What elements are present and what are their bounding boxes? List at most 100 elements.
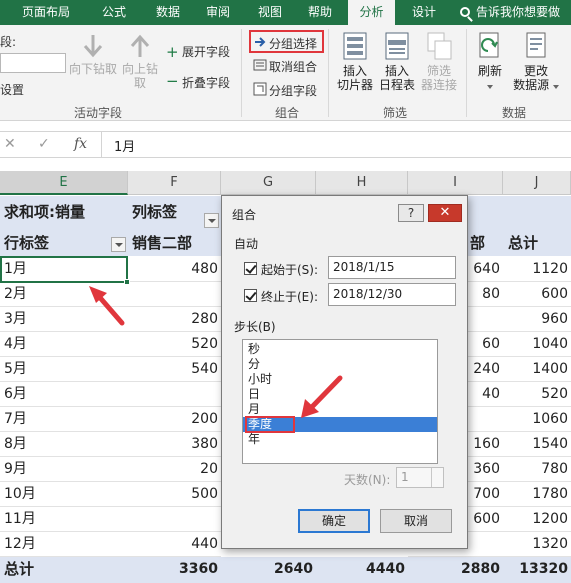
refresh-icon xyxy=(479,32,499,58)
drill-up-button[interactable]: 向上钻 取 xyxy=(120,33,160,90)
start-checkbox[interactable] xyxy=(244,262,257,275)
expand-field-button[interactable]: 展开字段 xyxy=(182,43,230,60)
tab-analyze[interactable]: 分析 xyxy=(348,0,395,25)
tab-formulas[interactable]: 公式 xyxy=(92,0,136,25)
column-header-j[interactable]: J xyxy=(503,171,571,195)
start-date-input[interactable]: 2018/1/15 xyxy=(328,256,456,279)
data-cell[interactable]: 1540 xyxy=(503,432,571,457)
days-input[interactable]: 1 xyxy=(396,467,444,488)
row-label-cell[interactable]: 9月 xyxy=(0,457,128,482)
data-cell[interactable]: 540 xyxy=(128,357,221,382)
tell-me-search[interactable]: 告诉我你想要做 xyxy=(460,0,560,25)
column-header-h[interactable]: H xyxy=(316,171,408,195)
end-date-input[interactable]: 2018/12/30 xyxy=(328,283,456,306)
refresh-button[interactable]: 刷新 xyxy=(470,31,510,92)
insert-slicer-button[interactable]: 插入 切片器 xyxy=(332,31,378,92)
column-filter-button[interactable] xyxy=(204,213,219,228)
row-label-cell[interactable]: 5月 xyxy=(0,357,128,382)
change-data-source-button[interactable]: 更改 数据源 xyxy=(508,31,564,92)
fill-handle[interactable] xyxy=(124,279,130,285)
row-label-cell[interactable]: 11月 xyxy=(0,507,128,532)
row-label-cell[interactable]: 2月 xyxy=(0,282,128,307)
list-item[interactable]: 分 xyxy=(243,357,437,372)
enter-icon[interactable]: ✓ xyxy=(38,136,50,152)
step-listbox[interactable]: 秒 分 小时 日 月 季度 年 xyxy=(242,339,438,464)
drill-down-button[interactable]: 向下钻取 xyxy=(68,33,118,76)
end-label: 终止于(E): xyxy=(261,290,318,304)
data-cell[interactable]: 280 xyxy=(128,307,221,332)
data-cell[interactable] xyxy=(128,382,221,407)
formula-input[interactable]: 1月 xyxy=(114,136,135,155)
tab-page-layout[interactable]: 页面布局 xyxy=(14,0,78,25)
data-cell[interactable] xyxy=(128,507,221,532)
row-label-cell[interactable]: 6月 xyxy=(0,382,128,407)
tab-view[interactable]: 视图 xyxy=(248,0,292,25)
field-settings-button[interactable]: 设置 xyxy=(0,81,24,98)
group-selection-highlight xyxy=(249,30,324,53)
data-cell[interactable]: 440 xyxy=(128,532,221,557)
data-cell[interactable]: 380 xyxy=(128,432,221,457)
column-header-e[interactable]: E xyxy=(0,171,128,195)
cancel-icon[interactable]: ✕ xyxy=(4,136,16,152)
column-header-i[interactable]: I xyxy=(408,171,503,195)
data-cell[interactable]: 1200 xyxy=(503,507,571,532)
total-cell[interactable]: 2880 xyxy=(408,557,503,582)
list-item[interactable]: 月 xyxy=(243,402,437,417)
data-cell[interactable]: 500 xyxy=(128,482,221,507)
list-item[interactable]: 年 xyxy=(243,432,437,447)
data-cell[interactable]: 1120 xyxy=(503,257,571,282)
row-label-cell[interactable]: 3月 xyxy=(0,307,128,332)
column-header-g[interactable]: G xyxy=(221,171,316,195)
tab-data[interactable]: 数据 xyxy=(146,0,190,25)
data-cell[interactable]: 600 xyxy=(503,282,571,307)
data-cell[interactable]: 1780 xyxy=(503,482,571,507)
total-cell[interactable]: 2640 xyxy=(221,557,316,582)
data-cell[interactable]: 520 xyxy=(503,382,571,407)
data-cell[interactable] xyxy=(128,282,221,307)
data-cell[interactable]: 1040 xyxy=(503,332,571,357)
days-spinner[interactable] xyxy=(431,468,443,487)
help-button[interactable]: ? xyxy=(398,204,424,222)
ungroup-button[interactable]: 取消组合 xyxy=(269,58,317,75)
group-label-group: 组合 xyxy=(275,106,300,120)
row-label-cell[interactable]: 7月 xyxy=(0,407,128,432)
pivot-value-field[interactable]: 求和项:销量 xyxy=(4,200,85,225)
row-label-cell[interactable]: 8月 xyxy=(0,432,128,457)
data-cell[interactable]: 20 xyxy=(128,457,221,482)
insert-timeline-button[interactable]: 插入 日程表 xyxy=(376,31,418,92)
data-cell[interactable]: 1060 xyxy=(503,407,571,432)
list-item[interactable]: 日 xyxy=(243,387,437,402)
tab-help[interactable]: 帮助 xyxy=(298,0,342,25)
insert-function-icon[interactable]: fx xyxy=(74,136,87,152)
total-cell[interactable]: 4440 xyxy=(316,557,408,582)
data-cell[interactable]: 200 xyxy=(128,407,221,432)
ok-button[interactable]: 确定 xyxy=(298,509,370,533)
close-button[interactable]: ✕ xyxy=(428,204,462,222)
active-field-input[interactable] xyxy=(0,53,66,73)
tab-review[interactable]: 审阅 xyxy=(196,0,240,25)
collapse-field-button[interactable]: 折叠字段 xyxy=(182,74,230,91)
column-header-f[interactable]: F xyxy=(128,171,221,195)
data-cell[interactable]: 1400 xyxy=(503,357,571,382)
cancel-button[interactable]: 取消 xyxy=(380,509,452,533)
formula-bar-area: ✕ ✓ fx 1月 xyxy=(0,121,571,171)
row-label-cell[interactable]: 10月 xyxy=(0,482,128,507)
data-cell[interactable]: 780 xyxy=(503,457,571,482)
data-cell[interactable]: 1320 xyxy=(503,532,571,557)
end-checkbox[interactable] xyxy=(244,289,257,302)
group-field-button[interactable]: 分组字段 xyxy=(269,82,317,99)
list-item[interactable]: 秒 xyxy=(243,342,437,357)
total-cell[interactable]: 13320 xyxy=(503,557,571,582)
row-label-cell[interactable]: 4月 xyxy=(0,332,128,357)
tab-design[interactable]: 设计 xyxy=(402,0,446,25)
total-cell[interactable]: 3360 xyxy=(128,557,221,582)
row-filter-button[interactable] xyxy=(111,237,126,252)
list-item[interactable]: 小时 xyxy=(243,372,437,387)
group-label-data: 数据 xyxy=(502,106,527,120)
row-label-cell[interactable]: 12月 xyxy=(0,532,128,557)
data-cell[interactable]: 520 xyxy=(128,332,221,357)
group-field-icon xyxy=(253,82,267,96)
filter-connections-button[interactable]: 筛选 器连接 xyxy=(418,31,460,92)
data-cell[interactable]: 960 xyxy=(503,307,571,332)
data-cell[interactable]: 480 xyxy=(128,257,221,282)
